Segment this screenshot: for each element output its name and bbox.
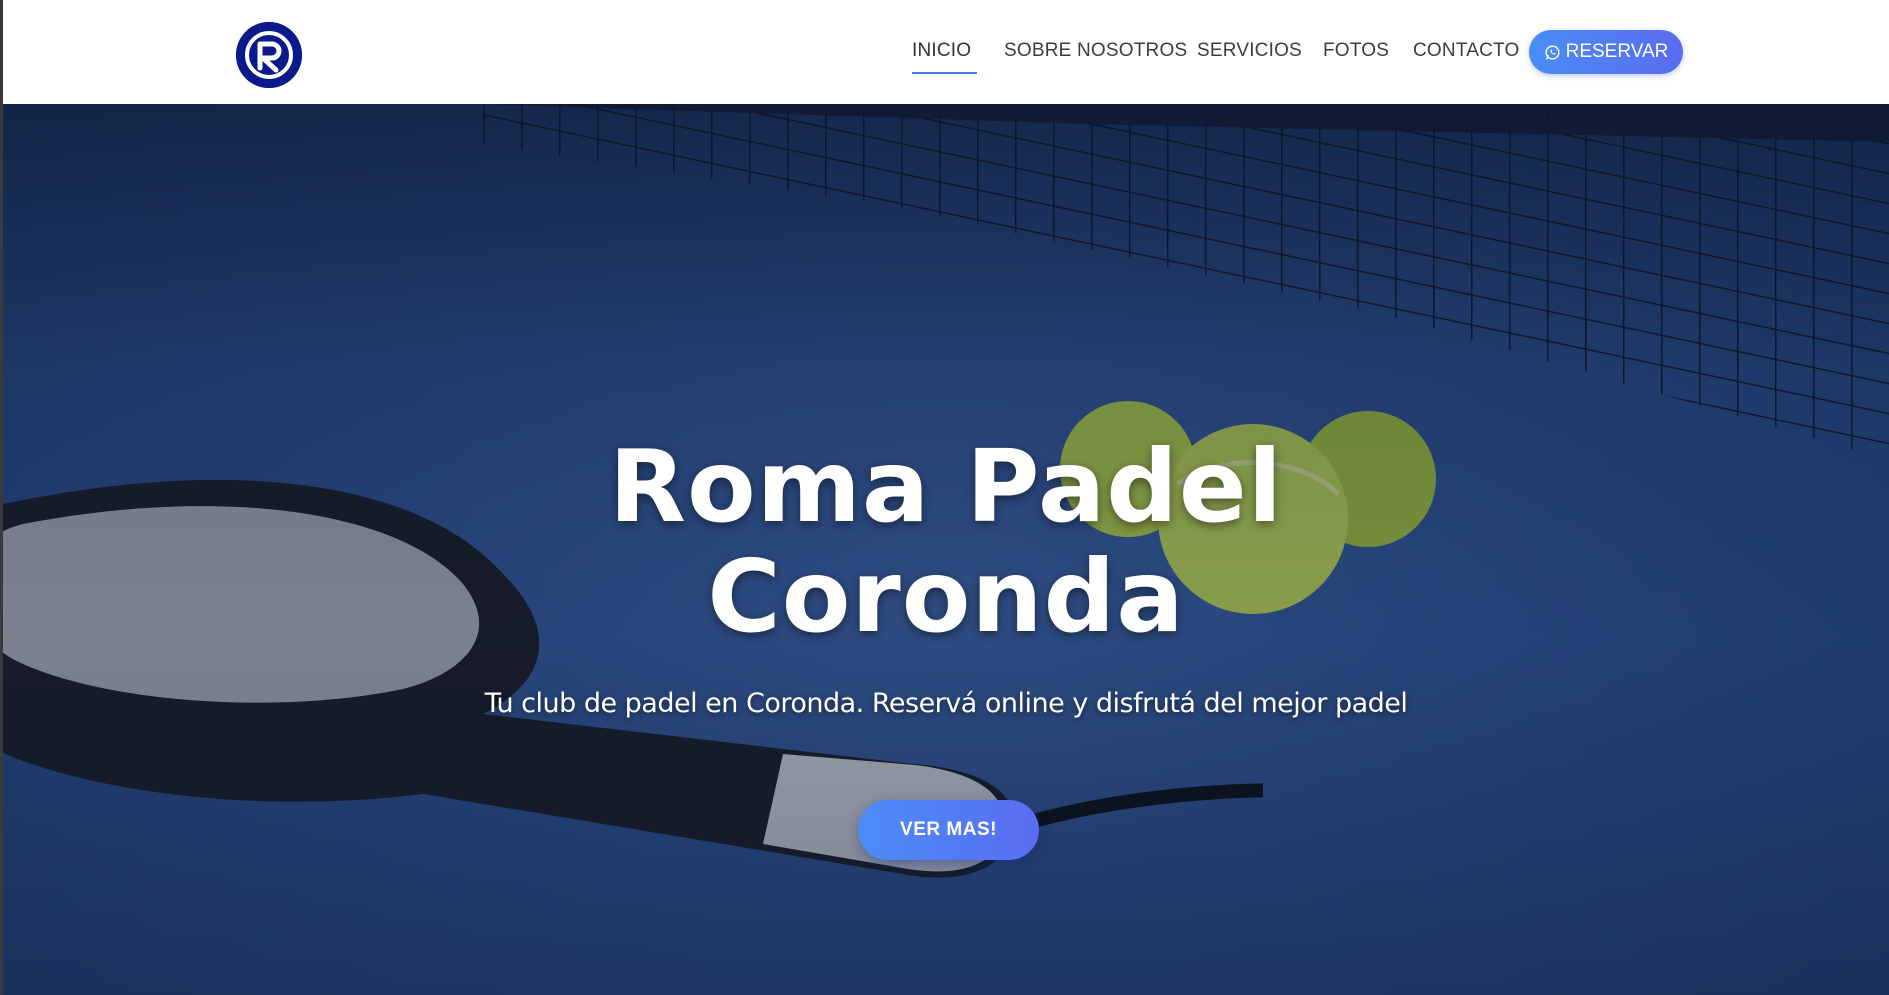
- whatsapp-icon: [1545, 44, 1560, 60]
- nav-item-inicio[interactable]: INICIO: [912, 40, 971, 62]
- nav-item-servicios[interactable]: SERVICIOS: [1197, 40, 1302, 62]
- hero-title-line-2: Coronda: [707, 538, 1185, 655]
- hero-title-line-1: Roma Padel: [609, 428, 1283, 545]
- ver-mas-button[interactable]: VER MAS!: [858, 800, 1039, 860]
- nav-item-fotos[interactable]: FOTOS: [1323, 40, 1389, 62]
- nav-item-sobre-nosotros[interactable]: SOBRE NOSOTROS: [1004, 40, 1187, 62]
- window-edge: [0, 0, 3, 995]
- reservar-label: RESERVAR: [1565, 41, 1669, 62]
- nav-item-contacto[interactable]: CONTACTO: [1413, 40, 1519, 62]
- hero-title: Roma Padel Coronda: [3, 432, 1889, 652]
- active-nav-indicator: [912, 72, 977, 74]
- navbar: INICIO SOBRE NOSOTROS SERVICIOS FOTOS CO…: [3, 0, 1889, 104]
- reservar-button[interactable]: RESERVAR: [1529, 30, 1683, 74]
- hero-section: Roma Padel Coronda Tu club de padel en C…: [3, 104, 1889, 995]
- hero-subtitle: Tu club de padel en Coronda. Reservá onl…: [484, 688, 1408, 719]
